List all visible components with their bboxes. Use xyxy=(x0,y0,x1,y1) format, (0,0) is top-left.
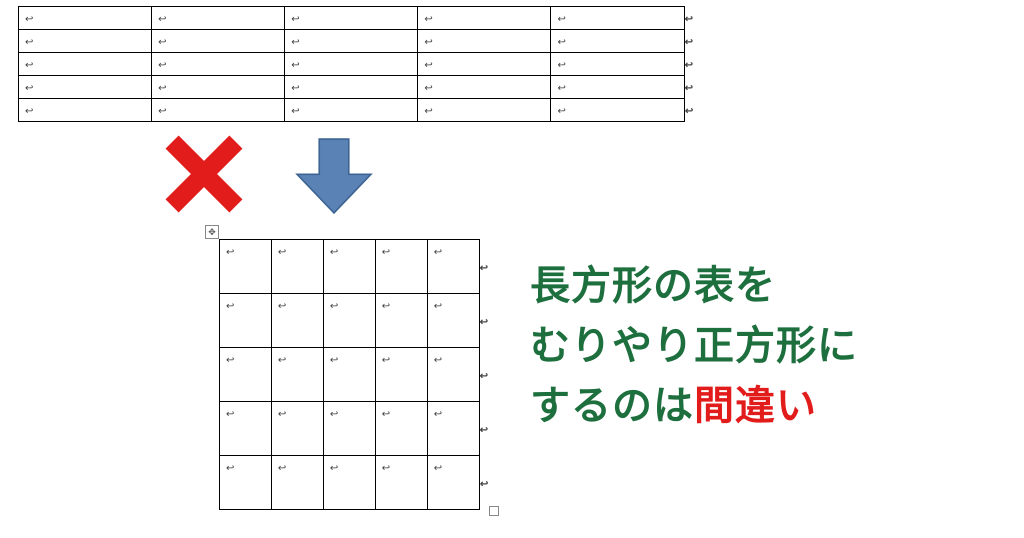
table-cell: ↩ xyxy=(271,348,323,402)
table-cell: ↩ xyxy=(152,30,285,53)
row-end-mark: ↩ xyxy=(684,99,693,122)
table-cell: ↩ xyxy=(323,402,375,456)
table-cell: ↩ xyxy=(285,99,418,122)
table-cell: ↩ xyxy=(551,76,684,99)
table-cell: ↩ xyxy=(418,76,551,99)
table-cell: ↩ xyxy=(271,456,323,510)
square-table: ↩ ↩ ↩ ↩ ↩ ↩ ↩ ↩ ↩ ↩ ↩ ↩ ↩ ↩ ↩ ↩ ↩ ↩ ↩ ↩ … xyxy=(219,239,489,510)
row-end-mark: ↩ xyxy=(479,240,488,294)
table-cell: ↩ xyxy=(19,76,152,99)
row-end-mark: ↩ xyxy=(479,348,488,402)
caption-line-3-highlight: 間違い xyxy=(694,384,817,428)
table-cell: ↩ xyxy=(285,7,418,30)
rectangular-table: ↩ ↩ ↩ ↩ ↩ ↩ ↩ ↩ ↩ ↩ ↩ ↩ ↩ ↩ ↩ ↩ ↩ ↩ ↩ ↩ … xyxy=(18,6,694,122)
x-mark-icon xyxy=(162,132,246,216)
table-cell: ↩ xyxy=(427,348,479,402)
table-cell: ↩ xyxy=(285,30,418,53)
table-cell: ↩ xyxy=(375,456,427,510)
table-cell: ↩ xyxy=(271,294,323,348)
row-end-mark: ↩ xyxy=(684,76,693,99)
table-cell: ↩ xyxy=(19,30,152,53)
caption-line-3-prefix: するのは xyxy=(530,384,694,428)
row-end-mark: ↩ xyxy=(684,30,693,53)
table-cell: ↩ xyxy=(323,294,375,348)
table-cell: ↩ xyxy=(375,348,427,402)
table-cell: ↩ xyxy=(19,7,152,30)
row-end-mark: ↩ xyxy=(479,402,488,456)
table-move-handle-icon[interactable]: ✥ xyxy=(205,225,219,239)
table-cell: ↩ xyxy=(220,348,272,402)
table-cell: ↩ xyxy=(323,348,375,402)
move-handle-glyph: ✥ xyxy=(208,227,216,238)
table-cell: ↩ xyxy=(220,456,272,510)
table-cell: ↩ xyxy=(19,99,152,122)
table-cell: ↩ xyxy=(323,456,375,510)
table-cell: ↩ xyxy=(427,294,479,348)
paragraph-mark-icon: ↩ xyxy=(291,14,299,25)
table-cell: ↩ xyxy=(375,402,427,456)
table-cell: ↩ xyxy=(418,99,551,122)
caption-line-2: むりやり正方形に xyxy=(530,316,858,376)
row-end-mark: ↩ xyxy=(684,7,693,30)
caption-line-3: するのは間違い xyxy=(530,376,858,436)
table-cell: ↩ xyxy=(220,240,272,294)
paragraph-mark-icon: ↩ xyxy=(557,14,565,25)
table-cell: ↩ xyxy=(271,240,323,294)
table-cell: ↩ xyxy=(152,76,285,99)
table-cell: ↩ xyxy=(427,402,479,456)
row-end-mark: ↩ xyxy=(479,456,488,510)
paragraph-mark-icon: ↩ xyxy=(685,14,693,25)
table-cell: ↩ xyxy=(220,402,272,456)
table-resize-handle-icon[interactable] xyxy=(489,506,499,516)
row-end-mark: ↩ xyxy=(479,294,488,348)
row-end-mark: ↩ xyxy=(684,53,693,76)
table-cell: ↩ xyxy=(551,53,684,76)
table-cell: ↩ xyxy=(375,294,427,348)
table-cell: ↩ xyxy=(323,240,375,294)
table-cell: ↩ xyxy=(418,30,551,53)
paragraph-mark-icon: ↩ xyxy=(25,14,33,25)
table-cell: ↩ xyxy=(220,294,272,348)
paragraph-mark-icon: ↩ xyxy=(158,14,166,25)
down-arrow-icon xyxy=(293,132,375,220)
table-cell: ↩ xyxy=(551,30,684,53)
table-cell: ↩ xyxy=(285,76,418,99)
table-cell: ↩ xyxy=(285,53,418,76)
table-cell: ↩ xyxy=(418,7,551,30)
table-cell: ↩ xyxy=(551,7,684,30)
caption-text: 長方形の表を むりやり正方形に するのは間違い xyxy=(530,256,858,436)
table-cell: ↩ xyxy=(271,402,323,456)
table-cell: ↩ xyxy=(152,53,285,76)
table-cell: ↩ xyxy=(19,53,152,76)
table-cell: ↩ xyxy=(152,7,285,30)
table-cell: ↩ xyxy=(152,99,285,122)
table-cell: ↩ xyxy=(551,99,684,122)
table-cell: ↩ xyxy=(375,240,427,294)
table-cell: ↩ xyxy=(427,240,479,294)
caption-line-1: 長方形の表を xyxy=(530,256,858,316)
table-cell: ↩ xyxy=(427,456,479,510)
table-cell: ↩ xyxy=(418,53,551,76)
paragraph-mark-icon: ↩ xyxy=(424,14,432,25)
